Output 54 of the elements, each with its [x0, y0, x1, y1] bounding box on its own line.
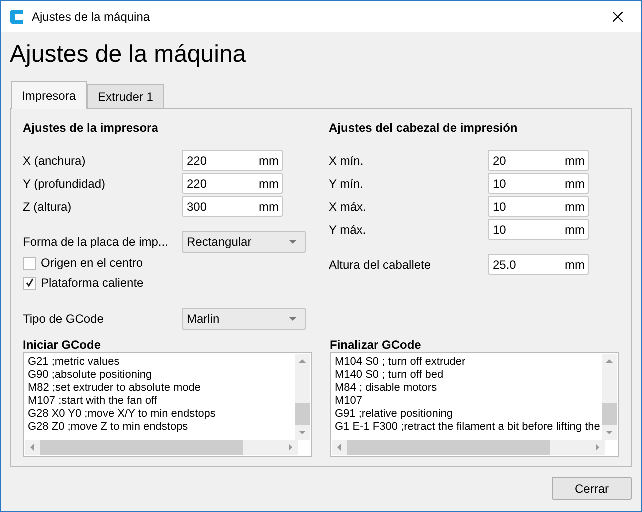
input-field[interactable]: 10 mm: [488, 173, 589, 194]
input-field[interactable]: 300 mm: [182, 196, 283, 217]
section-title: Ajustes de la impresora: [23, 121, 160, 135]
code-line: G1 E-1 F300 ;retract the filament a bit before lifting the: [335, 421, 601, 434]
code-editor[interactable]: M104 S0 ; turn off extruder M140 S0 ; turn off bed M84 ; disable motors M107 G91 ;relative positioning G1 E-1 F300 ;retract the filament a bit before lifting the: [330, 352, 619, 457]
field-label: Y mín.: [329, 176, 364, 190]
dropdown[interactable]: Rectangular: [182, 230, 306, 252]
input-field[interactable]: 20 mm: [488, 150, 589, 171]
section-title: Iniciar GCode: [23, 338, 102, 352]
close-button[interactable]: Cerrar: [552, 477, 632, 500]
code-line: M82 ;set extruder to absolute mode: [28, 382, 202, 395]
code-line: G90 ;absolute positioning: [28, 369, 154, 382]
code-line: M107 ;start with the fan off: [28, 395, 158, 408]
caret-icon: [289, 240, 297, 244]
dropdown[interactable]: Marlin: [182, 308, 306, 330]
horizontal-scrollbar[interactable]: [332, 440, 605, 455]
input-field[interactable]: 10 mm: [488, 196, 589, 217]
field-label: Tipo de GCode: [23, 312, 105, 326]
section-title: Finalizar GCode: [330, 338, 422, 352]
tab[interactable]: Extruder 1: [87, 84, 164, 108]
code-line: M107: [335, 395, 364, 408]
checkbox-label: Origen en el centro: [41, 256, 144, 270]
field-label: X (anchura): [23, 154, 87, 168]
vertical-scrollbar[interactable]: [295, 354, 310, 440]
code-line: G21 ;metric values: [28, 356, 121, 369]
checkbox[interactable]: [23, 276, 36, 290]
field-label: X mín.: [329, 154, 365, 168]
field-label: Y (profundidad): [23, 176, 106, 190]
horizontal-scrollbar[interactable]: [25, 440, 298, 455]
code-line: G28 Z0 ;move Z to min endstops: [28, 421, 190, 434]
field-label: Y máx.: [329, 222, 368, 236]
checkbox-label: Plataforma caliente: [41, 276, 144, 290]
code-line: M84 ; disable motors: [335, 382, 438, 395]
field-label: X máx.: [329, 200, 368, 214]
vertical-scrollbar[interactable]: [602, 354, 617, 440]
code-editor[interactable]: G21 ;metric values G90 ;absolute positioning M82 ;set extruder to absolute mode M107 ;start with the fan off G28 X0 Y0 ;move X/Y to min endstops G28 Z0 ;move Z to min endstops: [23, 352, 312, 457]
tab[interactable]: Impresora: [11, 81, 88, 109]
window-title: Ajustes de la máquina: [32, 10, 152, 24]
code-line: G28 X0 Y0 ;move X/Y to min endstops: [28, 408, 217, 421]
caret-icon: [289, 316, 297, 320]
code-line: G91 ;relative positioning: [335, 408, 454, 421]
input-field[interactable]: 10 mm: [488, 219, 589, 240]
field-label: Z (altura): [23, 200, 73, 214]
checkbox[interactable]: [23, 256, 36, 270]
code-line: M104 S0 ; turn off extruder: [335, 356, 467, 369]
code-line: M140 S0 ; turn off bed: [335, 369, 445, 382]
input-field[interactable]: 220 mm: [182, 150, 283, 171]
input-field[interactable]: 220 mm: [182, 173, 283, 194]
field-label: Altura del caballete: [329, 258, 432, 272]
section-title: Ajustes del cabezal de impresión: [329, 121, 519, 135]
input-field[interactable]: 25.0 mm: [488, 254, 589, 275]
page-heading: Ajustes de la máquina: [10, 40, 248, 70]
app-logo-icon: [9, 8, 25, 24]
field-label: Forma de la placa de imp...: [23, 234, 170, 248]
